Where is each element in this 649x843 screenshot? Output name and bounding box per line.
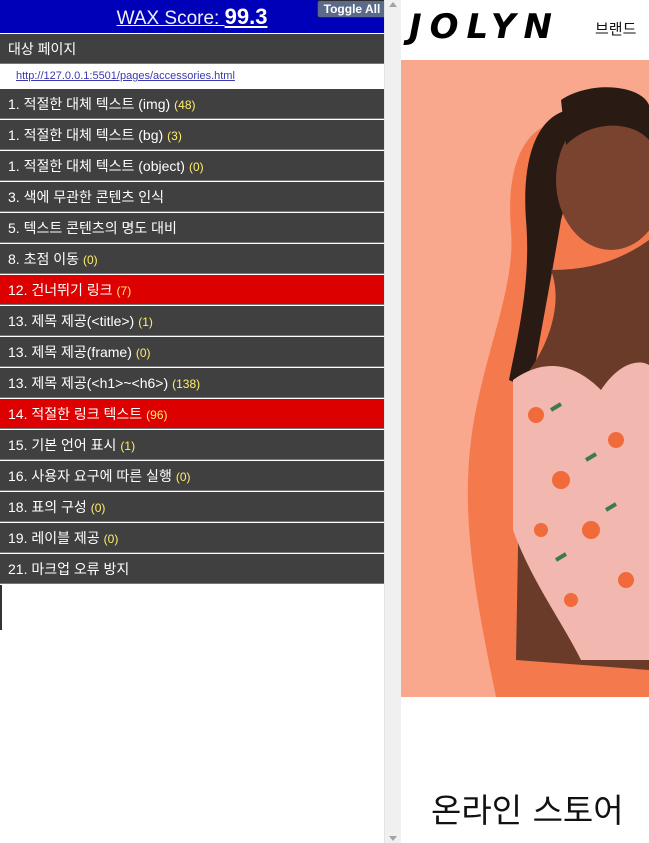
wax-panel: WAX Score: 99.3 대상 페이지 http://127.0.0.1:… bbox=[0, 0, 384, 843]
check-item-label: 5. 텍스트 콘텐츠의 명도 대비 bbox=[8, 220, 177, 236]
check-item[interactable]: 21. 마크업 오류 방지 bbox=[0, 554, 384, 584]
target-url-row: http://127.0.0.1:5501/pages/accessories.… bbox=[0, 65, 384, 88]
site-preview: JOLYN 브랜드 온라인 스토어 bbox=[401, 0, 649, 843]
check-item-count: (0) bbox=[175, 470, 191, 484]
check-item[interactable]: 1. 적절한 대체 텍스트 (img) (48) bbox=[0, 89, 384, 119]
check-item-label: 13. 제목 제공(frame) bbox=[8, 344, 132, 360]
check-item-label: 1. 적절한 대체 텍스트 (bg) bbox=[8, 127, 164, 143]
vertical-scrollbar[interactable] bbox=[384, 0, 401, 843]
toggle-all-button[interactable]: Toggle All bbox=[317, 0, 387, 18]
target-url-link[interactable]: http://127.0.0.1:5501/pages/accessories.… bbox=[16, 70, 235, 82]
check-item-count: (1) bbox=[138, 315, 153, 329]
section-title: 온라인 스토어 bbox=[431, 791, 624, 830]
scroll-down-arrow-icon[interactable] bbox=[389, 836, 397, 841]
check-item[interactable]: 3. 색에 무관한 콘텐츠 인식 bbox=[0, 182, 384, 212]
check-item-label: 1. 적절한 대체 텍스트 (object) bbox=[8, 158, 185, 174]
scroll-up-arrow-icon[interactable] bbox=[389, 2, 397, 7]
check-item-label: 13. 제목 제공(<h1>~<h6>) bbox=[8, 375, 169, 391]
check-item-count: (1) bbox=[120, 439, 136, 453]
check-item-count: (48) bbox=[174, 98, 196, 112]
check-item[interactable]: 1. 적절한 대체 텍스트 (bg) (3) bbox=[0, 120, 384, 150]
check-item[interactable]: 1. 적절한 대체 텍스트 (object) (0) bbox=[0, 151, 384, 181]
check-item[interactable]: 18. 표의 구성 (0) bbox=[0, 492, 384, 522]
check-item[interactable]: 19. 레이블 제공 (0) bbox=[0, 523, 384, 553]
check-item-count: (0) bbox=[135, 346, 151, 360]
check-item-count: (0) bbox=[103, 532, 119, 546]
check-item-label: 3. 색에 무관한 콘텐츠 인식 bbox=[8, 189, 165, 205]
check-item[interactable]: 12. 건너뛰기 링크 (7) bbox=[0, 275, 384, 305]
check-item-label: 15. 기본 언어 표시 bbox=[8, 437, 117, 453]
check-item-label: 16. 사용자 요구에 따른 실행 bbox=[8, 468, 172, 484]
check-item[interactable]: 16. 사용자 요구에 따른 실행 (0) bbox=[0, 461, 384, 491]
hero-illustration bbox=[401, 60, 649, 697]
check-item[interactable]: 13. 제목 제공(frame) (0) bbox=[0, 337, 384, 367]
check-item-label: 21. 마크업 오류 방지 bbox=[8, 561, 130, 577]
wax-score-label: WAX Score: bbox=[116, 8, 225, 29]
panel-edge bbox=[0, 585, 2, 630]
check-item[interactable]: 15. 기본 언어 표시 (1) bbox=[0, 430, 384, 460]
check-item-count: (96) bbox=[146, 408, 168, 422]
check-item[interactable]: 14. 적절한 링크 텍스트 (96) bbox=[0, 399, 384, 429]
check-item[interactable]: 13. 제목 제공(<title>) (1) bbox=[0, 306, 384, 336]
check-item-label: 13. 제목 제공(<title>) bbox=[8, 313, 135, 329]
target-page-label: 대상 페이지 bbox=[0, 34, 384, 64]
wax-score-value: 99.3 bbox=[224, 4, 268, 29]
nav-item-brand[interactable]: 브랜드 bbox=[595, 18, 636, 39]
hero-image bbox=[401, 60, 649, 697]
check-item-count: (0) bbox=[90, 501, 106, 515]
check-item-count: (0) bbox=[188, 160, 204, 174]
check-item-label: 8. 초점 이동 bbox=[8, 251, 79, 267]
check-item-count: (138) bbox=[172, 377, 201, 391]
check-item-label: 1. 적절한 대체 텍스트 (img) bbox=[8, 96, 171, 112]
check-item-label: 18. 표의 구성 bbox=[8, 499, 87, 515]
check-item-label: 12. 건너뛰기 링크 bbox=[8, 282, 113, 298]
check-item-label: 19. 레이블 제공 bbox=[8, 530, 100, 546]
check-item-label: 14. 적절한 링크 텍스트 bbox=[8, 406, 143, 422]
check-item-count: (0) bbox=[82, 253, 98, 267]
brand-logo[interactable]: JOLYN bbox=[409, 7, 560, 47]
check-item-count: (3) bbox=[167, 129, 182, 143]
check-item[interactable]: 8. 초점 이동 (0) bbox=[0, 244, 384, 274]
check-item[interactable]: 13. 제목 제공(<h1>~<h6>) (138) bbox=[0, 368, 384, 398]
check-item-count: (7) bbox=[116, 284, 132, 298]
check-item[interactable]: 5. 텍스트 콘텐츠의 명도 대비 bbox=[0, 213, 384, 243]
